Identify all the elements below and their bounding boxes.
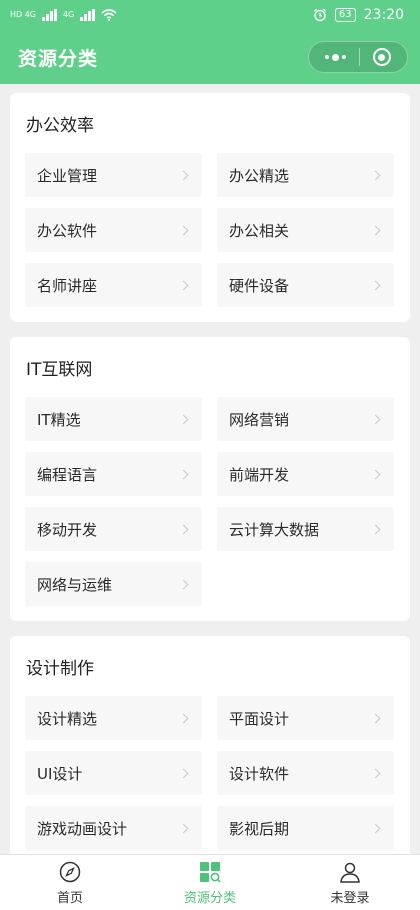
section-design: 设计制作 设计精选 平面设计 UI设计 设计软件 游戏动画设计 影视后期	[10, 636, 410, 854]
category-item[interactable]: 办公相关	[217, 208, 394, 252]
category-item[interactable]: 办公精选	[217, 153, 394, 197]
category-label: 办公精选	[229, 166, 290, 185]
wifi-icon	[101, 9, 117, 21]
status-bar: HD 4G 4G 63 23:20	[0, 0, 420, 30]
category-label: 前端开发	[229, 465, 290, 484]
chevron-right-icon	[370, 280, 381, 290]
chevron-right-icon	[178, 713, 189, 723]
capsule-divider	[358, 48, 360, 66]
signal-icon	[42, 9, 58, 21]
chevron-right-icon	[178, 280, 189, 290]
category-grid-icon	[200, 861, 221, 883]
category-item[interactable]: 硬件设备	[217, 263, 394, 307]
chevron-right-icon	[370, 768, 381, 778]
category-label: IT精选	[37, 410, 81, 429]
chevron-right-icon	[370, 823, 381, 833]
category-item[interactable]: UI设计	[25, 751, 202, 795]
tab-label: 未登录	[330, 890, 370, 906]
chevron-right-icon	[370, 524, 381, 534]
category-label: 名师讲座	[37, 276, 98, 295]
category-item[interactable]: IT精选	[25, 397, 202, 441]
section-office: 办公效率 企业管理 办公精选 办公软件 办公相关 名师讲座 硬件设备	[10, 93, 410, 322]
category-item[interactable]: 编程语言	[25, 452, 202, 496]
network-type-left: HD 4G	[10, 10, 37, 19]
chevron-right-icon	[178, 469, 189, 479]
chevron-right-icon	[370, 414, 381, 424]
category-item[interactable]: 办公软件	[25, 208, 202, 252]
category-label: 编程语言	[37, 465, 98, 484]
category-label: 设计软件	[229, 764, 290, 783]
category-item[interactable]: 网络营销	[217, 397, 394, 441]
network-type-right: 4G	[63, 10, 75, 19]
chevron-right-icon	[370, 225, 381, 235]
close-miniprogram-icon[interactable]	[372, 48, 391, 66]
top-bar: HD 4G 4G 63 23:20 资源分类	[0, 0, 420, 84]
signal-icon-2	[80, 9, 96, 21]
category-item[interactable]: 平面设计	[217, 696, 394, 740]
compass-icon	[59, 861, 81, 882]
chevron-right-icon	[370, 170, 381, 180]
category-label: 企业管理	[37, 166, 98, 185]
tab-label: 资源分类	[183, 890, 236, 906]
section-title: 设计制作	[26, 659, 94, 679]
category-item[interactable]: 名师讲座	[25, 263, 202, 307]
section-grid: 企业管理 办公精选 办公软件 办公相关 名师讲座 硬件设备	[25, 153, 395, 307]
category-label: 游戏动画设计	[37, 819, 128, 838]
category-label: 设计精选	[37, 709, 98, 728]
alarm-icon	[313, 8, 326, 22]
category-label: 办公相关	[229, 221, 290, 240]
category-label: 云计算大数据	[229, 520, 320, 539]
section-grid: 设计精选 平面设计 UI设计 设计软件 游戏动画设计 影视后期	[25, 696, 395, 850]
section-title: 办公效率	[26, 116, 94, 136]
tab-profile[interactable]: 未登录	[280, 855, 420, 910]
chevron-right-icon	[178, 414, 189, 424]
clock-time: 23:20	[363, 7, 404, 23]
miniprogram-capsule	[308, 41, 408, 73]
category-item[interactable]: 设计精选	[25, 696, 202, 740]
chevron-right-icon	[178, 579, 189, 589]
category-item[interactable]: 网络与运维	[25, 562, 202, 606]
category-label: 网络与运维	[37, 575, 113, 594]
chevron-right-icon	[178, 823, 189, 833]
battery-level: 63	[334, 8, 356, 22]
chevron-right-icon	[178, 768, 189, 778]
tab-home[interactable]: 首页	[0, 855, 140, 910]
category-label: 硬件设备	[229, 276, 290, 295]
category-item[interactable]: 前端开发	[217, 452, 394, 496]
category-item[interactable]: 云计算大数据	[217, 507, 394, 551]
bottom-tab-bar: 首页 资源分类 未登录	[0, 854, 420, 910]
category-label: UI设计	[37, 764, 83, 783]
tab-label: 首页	[56, 890, 83, 906]
nav-header: 资源分类	[0, 30, 420, 84]
category-item[interactable]: 影视后期	[217, 806, 394, 850]
category-label: 网络营销	[229, 410, 290, 429]
category-item[interactable]: 企业管理	[25, 153, 202, 197]
section-it-internet: IT互联网 IT精选 网络营销 编程语言 前端开发 移动开发 云计算大数据 网络…	[10, 337, 410, 621]
page-title: 资源分类	[18, 47, 99, 70]
chevron-right-icon	[178, 170, 189, 180]
status-right: 63 23:20	[313, 7, 404, 23]
category-item[interactable]: 设计软件	[217, 751, 394, 795]
section-title: IT互联网	[26, 360, 93, 380]
chevron-right-icon	[370, 713, 381, 723]
category-list: 办公效率 企业管理 办公精选 办公软件 办公相关 名师讲座 硬件设备 IT互联网…	[0, 84, 420, 854]
category-item[interactable]: 游戏动画设计	[25, 806, 202, 850]
chevron-right-icon	[370, 469, 381, 479]
category-label: 办公软件	[37, 221, 98, 240]
category-item[interactable]: 移动开发	[25, 507, 202, 551]
chevron-right-icon	[178, 524, 189, 534]
chevron-right-icon	[178, 225, 189, 235]
tab-categories[interactable]: 资源分类	[140, 855, 280, 910]
more-icon[interactable]	[325, 53, 347, 61]
category-label: 平面设计	[229, 709, 290, 728]
category-label: 移动开发	[37, 520, 98, 539]
status-left: HD 4G 4G	[10, 9, 117, 21]
category-label: 影视后期	[229, 819, 290, 838]
section-grid: IT精选 网络营销 编程语言 前端开发 移动开发 云计算大数据 网络与运维	[25, 397, 395, 606]
user-icon	[340, 862, 360, 883]
